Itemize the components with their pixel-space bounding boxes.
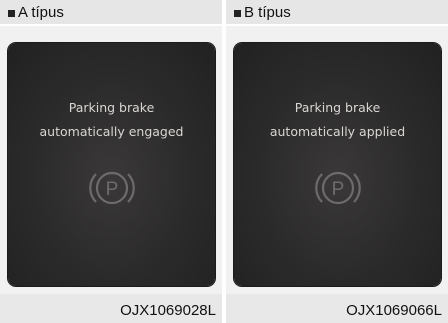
panel-header: B típus <box>226 0 448 26</box>
parking-brake-icon: P <box>314 171 361 205</box>
panel-a: A típus Parking brake automatically enga… <box>0 0 222 323</box>
svg-text:P: P <box>105 179 118 200</box>
panel-header: A típus <box>0 0 222 26</box>
image-code: OJX1069028L <box>120 302 216 319</box>
cluster-display: Parking brake automatically applied P <box>234 43 441 286</box>
message-line-2: automatically applied <box>269 124 406 139</box>
message-line-1: Parking brake <box>294 100 381 115</box>
message-line-2: automatically engaged <box>39 124 184 139</box>
panel-title: B típus <box>244 4 291 21</box>
cluster-display: Parking brake automatically engaged P <box>8 43 215 286</box>
panel-b: B típus Parking brake automatically appl… <box>226 0 448 323</box>
message-line-1: Parking brake <box>68 100 155 115</box>
svg-text:P: P <box>331 179 344 200</box>
display-area: Parking brake automatically applied P <box>226 26 448 294</box>
bullet-square-icon <box>234 10 241 17</box>
image-code: OJX1069066L <box>346 302 442 319</box>
bullet-square-icon <box>8 10 15 17</box>
display-area: Parking brake automatically engaged P <box>0 26 222 294</box>
panel-title: A típus <box>18 4 64 21</box>
parking-brake-icon: P <box>88 171 135 205</box>
